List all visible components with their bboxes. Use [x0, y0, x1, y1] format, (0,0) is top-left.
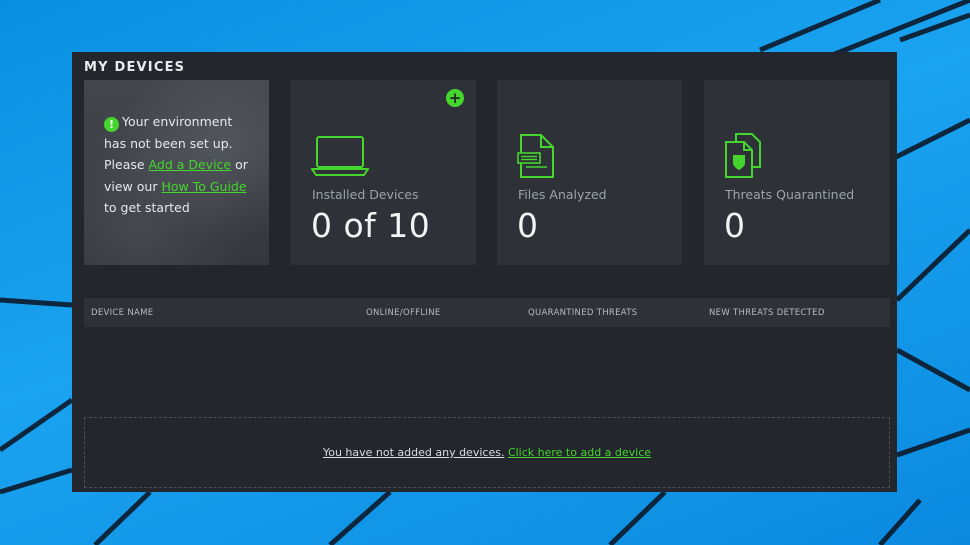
installed-devices-card: + Installed Devices 0 of 10 [291, 80, 476, 265]
setup-message: ! Your environment has not been set up. P… [104, 111, 254, 219]
add-device-button[interactable]: + [446, 89, 464, 107]
threats-quarantined-card: Threats Quarantined 0 [704, 80, 889, 265]
column-new-threats-detected[interactable]: NEW THREATS DETECTED [709, 308, 825, 318]
stat-value: 0 [517, 206, 539, 245]
how-to-guide-link[interactable]: How To Guide [161, 179, 246, 194]
devices-panel: MY DEVICES ! Your environment has not bee… [72, 52, 897, 492]
column-online-offline[interactable]: ONLINE/OFFLINE [366, 308, 441, 318]
setup-end-text: to get started [104, 200, 190, 215]
stat-label: Threats Quarantined [725, 187, 855, 202]
stat-label: Installed Devices [312, 187, 419, 202]
page-title: MY DEVICES [84, 60, 186, 75]
files-analyzed-card: Files Analyzed 0 [497, 80, 682, 265]
quarantine-icon [724, 133, 764, 183]
stat-value: 0 [724, 206, 746, 245]
devices-table-header: DEVICE NAME ONLINE/OFFLINE QUARANTINED T… [84, 298, 890, 327]
empty-state-text: You have not added any devices. [322, 446, 505, 459]
document-icon [517, 133, 557, 183]
empty-devices-area: You have not added any devices. Click he… [84, 417, 890, 488]
add-device-cta-link[interactable]: Click here to add a device [508, 446, 651, 459]
laptop-icon [310, 135, 370, 181]
setup-card: ! Your environment has not been set up. P… [84, 80, 269, 265]
column-quarantined-threats[interactable]: QUARANTINED THREATS [528, 308, 637, 318]
stat-value: 0 of 10 [311, 206, 431, 245]
add-device-link[interactable]: Add a Device [149, 157, 232, 172]
empty-state-message: You have not added any devices. Click he… [85, 446, 889, 459]
alert-icon: ! [104, 117, 119, 132]
column-device-name[interactable]: DEVICE NAME [91, 308, 153, 318]
stat-label: Files Analyzed [518, 187, 607, 202]
